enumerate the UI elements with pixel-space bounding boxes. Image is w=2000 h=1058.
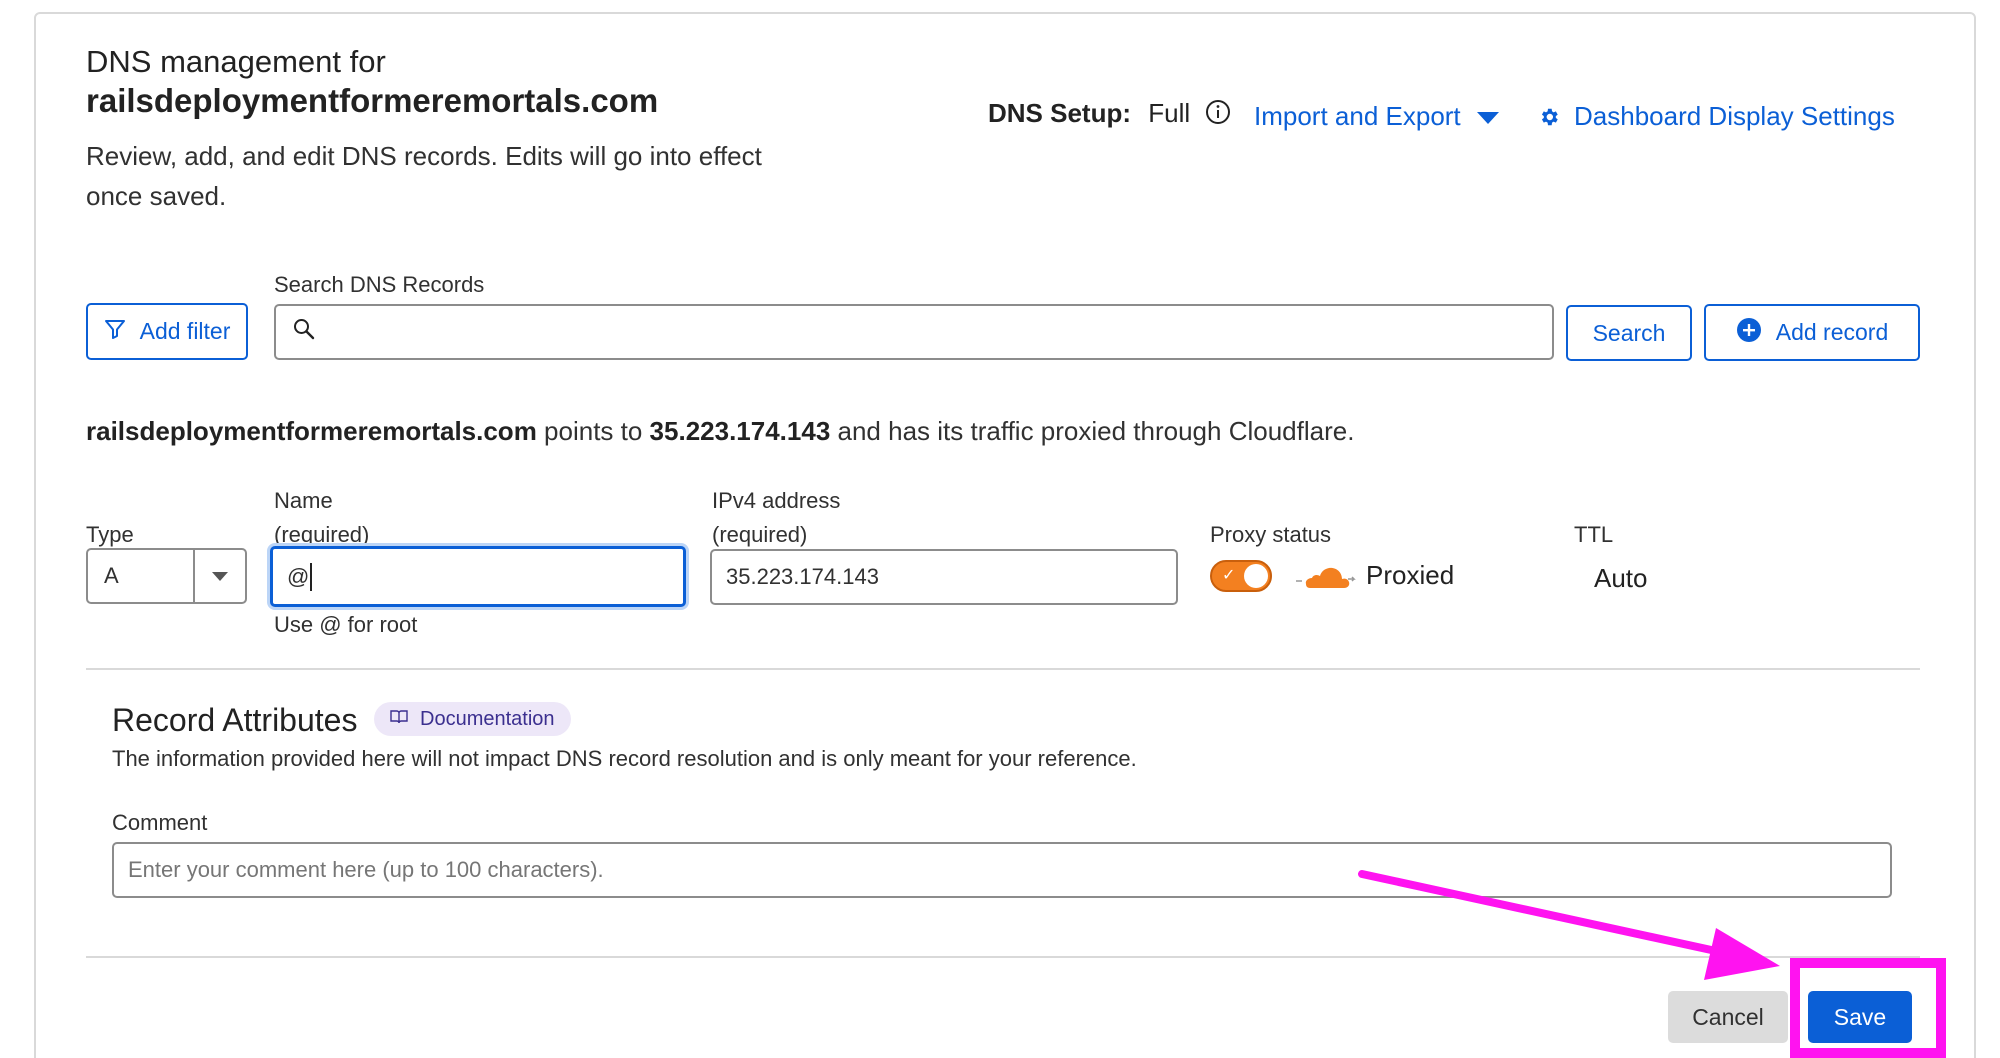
add-record-button[interactable]: Add record — [1704, 304, 1920, 361]
dns-setup-status: DNS Setup: Full — [988, 98, 1231, 132]
save-highlight-box — [1790, 958, 1946, 1058]
page-description: Review, add, and edit DNS records. Edits… — [86, 141, 762, 211]
ipv4-value: 35.223.174.143 — [726, 564, 879, 589]
search-icon — [292, 317, 316, 347]
record-attributes-description: The information provided here will not i… — [112, 746, 1137, 771]
caret-down-icon — [1476, 112, 1499, 125]
name-label: Name — [274, 488, 333, 513]
proxy-status-value: Proxied — [1366, 560, 1455, 590]
ttl-label: TTL — [1574, 522, 1614, 547]
ttl-value: Auto — [1594, 563, 1648, 593]
name-input[interactable]: @ — [270, 546, 686, 607]
proxy-status-label: Proxy status — [1210, 522, 1332, 547]
import-export-label: Import and Export — [1254, 101, 1461, 131]
ipv4-required: (required) — [712, 522, 808, 547]
documentation-link[interactable]: Documentation — [374, 702, 571, 736]
type-value: A — [104, 563, 119, 588]
cancel-button[interactable]: Cancel — [1668, 991, 1788, 1043]
add-filter-button[interactable]: Add filter — [86, 303, 248, 360]
info-icon[interactable] — [1205, 99, 1231, 132]
ipv4-input[interactable]: 35.223.174.143 — [710, 549, 1178, 605]
comment-placeholder: Enter your comment here (up to 100 chara… — [128, 857, 604, 882]
dashboard-display-settings-link[interactable]: Dashboard Display Settings — [1538, 101, 1895, 135]
documentation-label: Documentation — [420, 707, 555, 730]
actions-divider — [86, 956, 1920, 958]
dns-setup-value: Full — [1148, 98, 1191, 128]
record-attributes-title: Record Attributes — [112, 702, 358, 738]
summary-rest: and has its traffic proxied through Clou… — [830, 416, 1355, 446]
summary-points-to: points to — [536, 416, 650, 446]
cloud-icon — [1294, 562, 1356, 597]
type-select[interactable]: A — [86, 548, 247, 604]
comment-input[interactable]: Enter your comment here (up to 100 chara… — [112, 842, 1892, 898]
search-label: Search DNS Records — [274, 272, 485, 297]
page-title-prefix: DNS management for — [86, 44, 386, 79]
search-input[interactable] — [274, 304, 1554, 360]
name-value: @ — [287, 563, 310, 589]
dashboard-settings-label: Dashboard Display Settings — [1574, 101, 1895, 131]
import-export-dropdown[interactable]: Import and Export — [1254, 101, 1499, 132]
check-icon: ✓ — [1222, 567, 1236, 584]
book-icon — [390, 708, 408, 731]
name-required: (required) — [274, 522, 370, 547]
gear-icon — [1538, 104, 1560, 135]
add-filter-label: Add filter — [139, 318, 231, 344]
page-title-domain: railsdeploymentformeremortals.com — [86, 82, 659, 119]
type-label: Type — [86, 522, 134, 547]
summary-ip: 35.223.174.143 — [649, 416, 831, 446]
toggle-knob — [1244, 564, 1268, 588]
comment-label: Comment — [112, 810, 208, 835]
search-button-label: Search — [1592, 319, 1666, 346]
add-record-label: Add record — [1775, 319, 1889, 345]
chevron-down-icon[interactable] — [193, 550, 245, 602]
dns-points-to-summary: railsdeploymentformeremortals.com points… — [86, 416, 1354, 447]
ipv4-label: IPv4 address — [712, 488, 841, 513]
proxy-status-toggle[interactable]: ✓ — [1210, 560, 1272, 592]
form-divider — [86, 668, 1920, 670]
text-cursor — [310, 562, 313, 591]
dns-setup-label: DNS Setup: — [988, 98, 1131, 128]
plus-circle-icon — [1736, 317, 1762, 349]
filter-icon — [104, 318, 126, 346]
name-hint: Use @ for root — [274, 612, 418, 637]
summary-domain: railsdeploymentformeremortals.com — [86, 416, 537, 446]
search-button[interactable]: Search — [1566, 305, 1692, 361]
